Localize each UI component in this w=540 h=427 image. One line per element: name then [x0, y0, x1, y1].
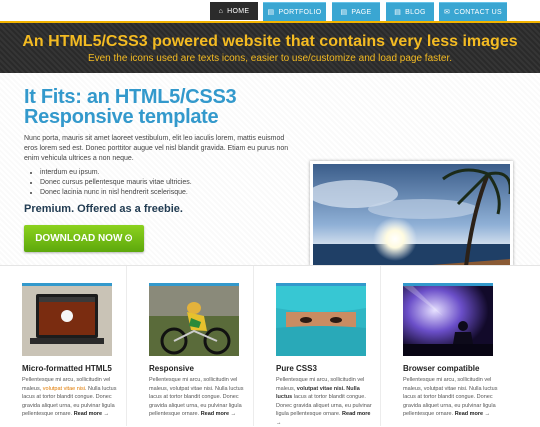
- feature-description: Pellentesque mi arcu, sollicitudin vel m…: [276, 377, 372, 426]
- document-icon: ▤: [394, 9, 402, 16]
- feature-description: Pellentesque mi arcu, sollicitudin vel m…: [22, 377, 117, 417]
- feature-title: Responsive: [149, 364, 194, 373]
- dj-concert-image: [403, 283, 493, 356]
- top-navigation: ⌂ HOME ▤ PORTFOLIO ▤ PAGE ▤ BLOG ✉ CONTA…: [0, 0, 540, 21]
- read-more-link[interactable]: Read more →: [74, 411, 109, 417]
- nav-contact-us[interactable]: ✉ CONTACT US: [439, 2, 507, 21]
- nav-home-label: HOME: [227, 7, 250, 15]
- arrow-circle-icon: ⊙: [124, 233, 133, 244]
- feature-card-html5: Micro-formatted HTML5 Pellentesque mi ar…: [0, 266, 127, 426]
- nav-blog-label: BLOG: [405, 8, 426, 16]
- hero-section: It Fits: an HTML5/CSS3 Responsive templa…: [0, 73, 540, 302]
- hero-feature-list: interdum eu ipsum. Donec cursus pellente…: [28, 168, 192, 198]
- nav-page[interactable]: ▤ PAGE: [332, 2, 380, 21]
- document-icon: ▤: [267, 9, 275, 16]
- feature-card-browser: Browser compatible Pellentesque mi arcu,…: [381, 266, 507, 426]
- cyclist-image: [149, 283, 239, 356]
- list-item: Donec lacinia nunc in nisl hendrerit sce…: [40, 188, 192, 198]
- feature-title: Browser compatible: [403, 364, 480, 373]
- nav-contact-label: CONTACT US: [454, 8, 503, 16]
- read-more-link[interactable]: Read more →: [201, 411, 236, 417]
- laptop-ubuntu-image: [22, 283, 112, 356]
- list-item: interdum eu ipsum.: [40, 168, 192, 178]
- feature-card-responsive: Responsive Pellentesque mi arcu, sollici…: [127, 266, 254, 426]
- document-icon: ▤: [340, 9, 348, 16]
- hero-paragraph: Nunc porta, mauris sit amet laoreet vest…: [24, 135, 289, 162]
- read-more-link[interactable]: Read more →: [455, 411, 490, 417]
- nav-portfolio-label: PORTFOLIO: [278, 8, 322, 16]
- feature-card-css3: Pure CSS3 Pellentesque mi arcu, sollicit…: [254, 266, 381, 426]
- veiled-face-image: [276, 283, 366, 356]
- header-banner: An HTML5/CSS3 powered website that conta…: [0, 21, 540, 73]
- banner-subtitle: Even the icons used are texts icons, eas…: [87, 53, 453, 64]
- nav-page-label: PAGE: [351, 8, 372, 16]
- hero-title: It Fits: an HTML5/CSS3 Responsive templa…: [24, 86, 237, 128]
- hero-tagline: Premium. Offered as a freebie.: [24, 203, 183, 215]
- feature-description: Pellentesque mi arcu, sollicitudin vel m…: [149, 377, 244, 417]
- nav-portfolio[interactable]: ▤ PORTFOLIO: [263, 2, 326, 21]
- nav-home[interactable]: ⌂ HOME: [210, 2, 258, 20]
- mail-icon: ✉: [443, 9, 451, 16]
- list-item: Donec cursus pellentesque mauris vitae u…: [40, 178, 192, 188]
- feature-title: Pure CSS3: [276, 364, 317, 373]
- nav-blog[interactable]: ▤ BLOG: [386, 2, 434, 21]
- download-label: DOWNLOAD NOW: [35, 233, 123, 244]
- banner-title: An HTML5/CSS3 powered website that conta…: [22, 33, 518, 50]
- feature-description: Pellentesque mi arcu, sollicitudin vel m…: [403, 377, 498, 417]
- home-icon: ⌂: [218, 7, 224, 15]
- download-button[interactable]: DOWNLOAD NOW ⊙: [24, 225, 144, 252]
- feature-title: Micro-formatted HTML5: [22, 364, 112, 373]
- feature-columns: Micro-formatted HTML5 Pellentesque mi ar…: [0, 265, 540, 426]
